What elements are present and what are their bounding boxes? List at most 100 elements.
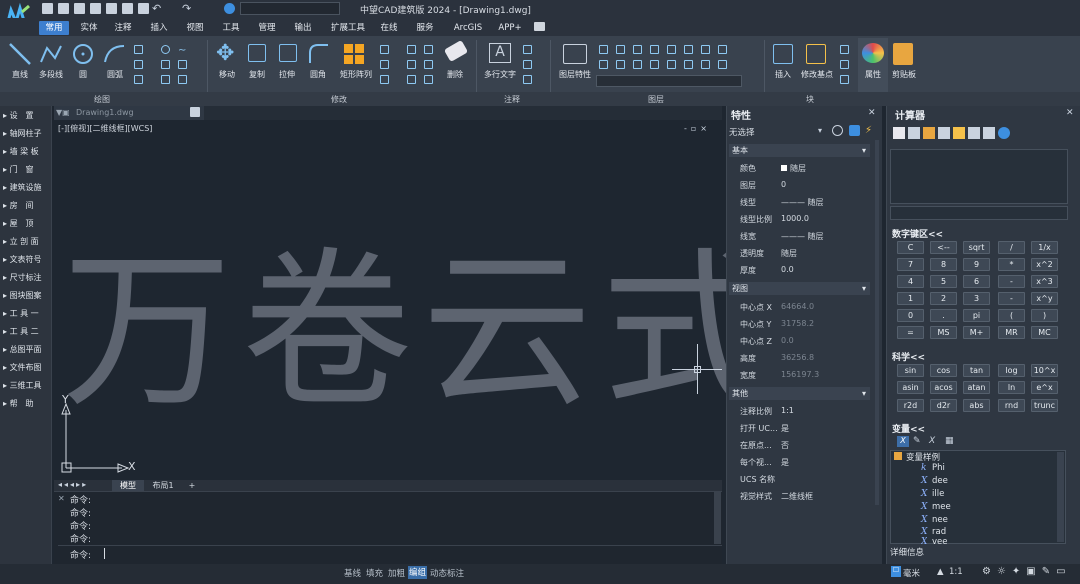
revcloud-icon[interactable] [178,60,187,69]
trim-icon[interactable] [380,45,389,54]
help-icon[interactable] [998,127,1010,139]
variable-item[interactable]: nee [932,515,948,525]
new-file-icon[interactable] [42,3,53,14]
layer-tool-icon[interactable] [667,60,676,69]
layer-tool-icon[interactable] [633,60,642,69]
dimension-icon[interactable] [523,45,532,54]
arc-button[interactable]: 圆弧 [100,69,130,80]
scale-icon[interactable] [380,75,389,84]
calc-key[interactable]: MS [930,326,957,339]
sci-key[interactable]: d2r [930,399,957,412]
print-icon[interactable] [106,3,117,14]
mtext-button[interactable]: 多行文字 [482,69,518,80]
status-dynamic-dim[interactable]: 动态标注 [430,567,464,579]
rect-array-button[interactable]: 矩形阵列 [336,69,376,80]
layer-tool-icon[interactable] [616,45,625,54]
sidebar-item-wall-beam[interactable]: ▸ 墙 梁 板 [3,146,53,162]
tab-solid[interactable]: 实体 [76,21,102,35]
sidebar-item-blocks[interactable]: ▸ 图块图案 [3,290,53,306]
variables-scrollbar[interactable] [1057,452,1064,542]
save-icon[interactable] [74,3,85,14]
get-coordinates-icon[interactable] [938,127,950,139]
move-button[interactable]: 移动 [214,69,240,80]
calc-key[interactable]: - [998,275,1025,288]
sidebar-item-3d-tools[interactable]: ▸ 三维工具 [3,380,53,396]
command-input[interactable]: 命令: [58,545,722,561]
erase-button[interactable]: 删除 [442,69,468,80]
status-unit[interactable]: 毫米 [903,567,920,579]
section-other[interactable]: 其他 ▾ [729,387,870,400]
mirror-icon[interactable] [407,60,416,69]
calc-key[interactable]: C [897,241,924,254]
annotation-scale-icon[interactable]: ▲ [937,567,944,577]
quick-select-icon[interactable]: ⚡ [865,125,872,136]
clear-history-icon[interactable] [908,127,920,139]
point-icon[interactable] [161,75,170,84]
viewport-label[interactable]: [-][俯视][二维线框][WCS] [58,123,152,134]
delete-variable-icon[interactable]: X [929,436,935,446]
calculator-input[interactable] [890,206,1068,220]
sci-key[interactable]: rnd [998,399,1025,412]
sidebar-item-site-plan[interactable]: ▸ 总图平面 [3,344,53,360]
add-layout-button[interactable]: + [182,480,202,491]
prop-value[interactable]: 否 [781,440,789,451]
calc-key[interactable]: = [897,326,924,339]
calc-key[interactable]: ( [998,309,1025,322]
status-bold[interactable]: 加粗 [388,567,405,579]
calc-key[interactable]: 0 [897,309,924,322]
circle-button[interactable]: 圆 [72,69,94,80]
calc-key[interactable]: ) [1031,309,1058,322]
calc-key[interactable]: 4 [897,275,924,288]
calc-key[interactable]: . [930,309,957,322]
properties-button[interactable]: 属性 [860,69,886,80]
layer-tool-icon[interactable] [667,45,676,54]
sidebar-item-facilities[interactable]: ▸ 建筑设施 [3,182,53,198]
calc-key[interactable]: * [998,258,1025,271]
clipboard-button[interactable]: 剪贴板 [888,69,920,80]
sidebar-item-roof[interactable]: ▸ 屋 顶 [3,218,53,234]
table-icon[interactable] [523,75,532,84]
calc-key[interactable]: 7 [897,258,924,271]
leader-icon[interactable] [523,60,532,69]
explode-icon[interactable] [424,45,433,54]
status-group-active[interactable]: 编组 [408,566,428,579]
copy-button[interactable]: 复制 [244,69,270,80]
sidebar-item-elevation[interactable]: ▸ 立 剖 面 [3,236,53,252]
edit-variable-icon[interactable]: ✎ [913,436,921,446]
line-button[interactable]: 直线 [6,69,34,80]
sci-key[interactable]: asin [897,381,924,394]
layer-tool-icon[interactable] [650,60,659,69]
status-scale[interactable]: 1:1 [949,567,963,577]
extend-icon[interactable] [380,60,389,69]
prop-value[interactable]: ——— 随层 [781,197,824,208]
calc-key[interactable]: sqrt [963,241,990,254]
tab-layout1[interactable]: 布局1 [146,480,180,491]
offset-icon[interactable] [407,75,416,84]
sci-key[interactable]: tan [963,364,990,377]
redo-icon[interactable]: ↷ [182,2,191,15]
variable-item[interactable]: rad [932,527,946,537]
save-as-icon[interactable] [90,3,101,14]
layer-tool-icon[interactable] [684,60,693,69]
calc-key[interactable]: M+ [963,326,990,339]
sidebar-item-axis-column[interactable]: ▸ 轴网柱子 [3,128,53,144]
prop-value[interactable]: 1:1 [781,406,794,415]
ellipse-icon[interactable] [161,45,170,54]
insert-button[interactable]: 插入 [769,69,797,80]
numpad-label[interactable]: 数字键区<< [892,227,943,240]
variable-item[interactable]: dee [932,476,948,486]
sidebar-item-settings[interactable]: ▸ 设 置 [3,110,53,126]
new-variable-icon[interactable]: X [897,436,909,447]
status-baseline[interactable]: 基线 [344,567,361,579]
calc-key[interactable]: MR [998,326,1025,339]
calc-key[interactable]: 2 [930,292,957,305]
variable-item[interactable]: ille [932,489,944,499]
variable-item[interactable]: vee [932,537,948,544]
spline-icon[interactable]: ∼ [178,45,187,56]
layer-tool-icon[interactable] [718,45,727,54]
sci-key[interactable]: sin [897,364,924,377]
selection-dropdown-arrow-icon[interactable]: ▾ [818,126,822,135]
prop-value[interactable]: 二维线框 [781,491,813,502]
properties-close-icon[interactable]: ✕ [868,108,876,118]
sidebar-item-door-window[interactable]: ▸ 门 窗 [3,164,53,180]
